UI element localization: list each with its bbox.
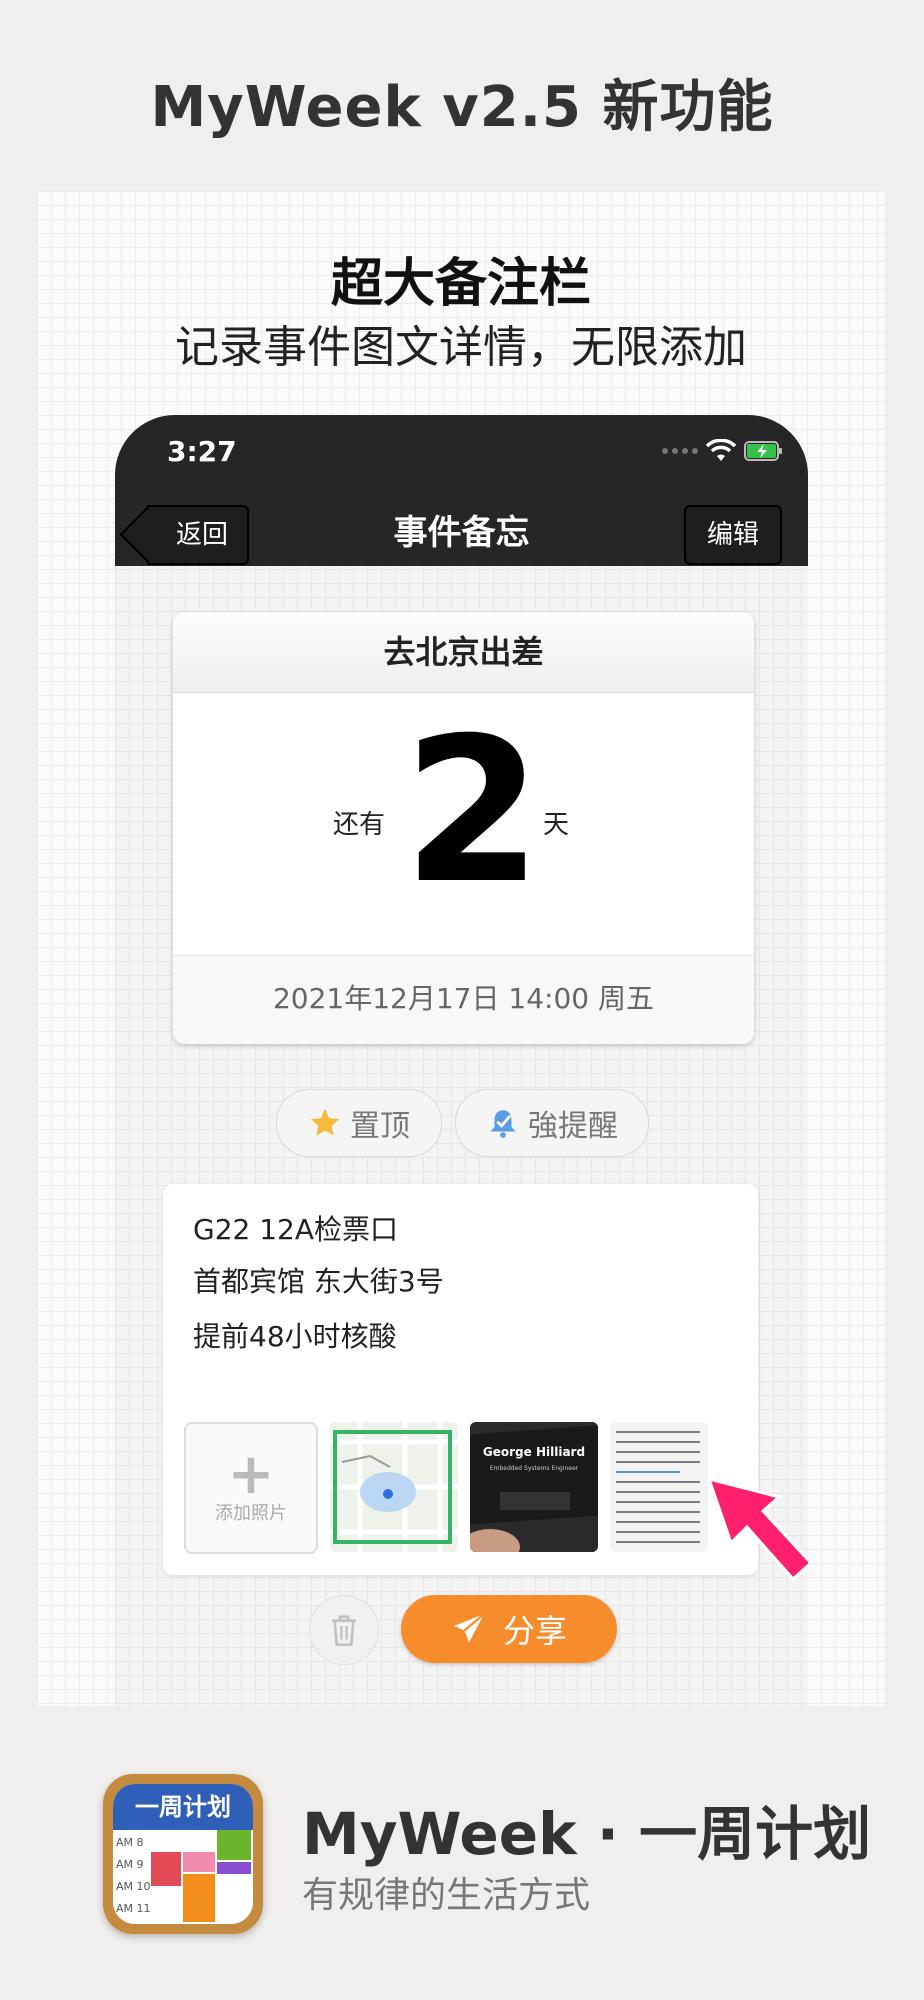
countdown-prefix: 还有 <box>333 810 386 840</box>
edit-button[interactable]: 编辑 <box>684 505 782 565</box>
icon-row-label: AM 11 <box>116 1902 151 1915</box>
feature-headline: 超大备注栏 <box>304 241 618 316</box>
icon-row-label: AM 10 <box>116 1880 151 1893</box>
icon-row-label: AM 9 <box>116 1858 144 1871</box>
page-title: MyWeek v2.5 新功能 <box>150 75 774 140</box>
strong-reminder-button[interactable]: 強提醒 <box>455 1089 649 1157</box>
app-name: MyWeek · 一周计划 <box>302 1800 872 1868</box>
pin-button[interactable]: 置顶 <box>276 1089 442 1157</box>
note-line: 首都宾馆 东大街3号 <box>193 1265 444 1298</box>
countdown-suffix: 天 <box>543 810 570 840</box>
star-icon <box>310 1108 340 1136</box>
countdown-value: 2 <box>403 695 543 928</box>
photo-thumbnail-document[interactable] <box>610 1422 708 1552</box>
photo-thumbnail-map[interactable] <box>330 1422 458 1552</box>
feature-subheadline: 记录事件图文详情，无限添加 <box>175 322 747 373</box>
card-role: Embedded Systems Engineer <box>490 1465 579 1472</box>
pointer-arrow-icon <box>706 1476 808 1582</box>
status-time: 3:27 <box>167 435 237 468</box>
note-line: G22 12A检票口 <box>193 1213 399 1246</box>
app-icon: 一周计划 AM 8 AM 9 AM 10 AM 11 <box>103 1774 263 1934</box>
feature-panel: 超大备注栏 记录事件图文详情，无限添加 3:27 返回 事件备忘 编辑 去北京出… <box>37 191 885 1706</box>
add-photo-label: 添加照片 <box>215 1503 287 1524</box>
phone-screen: 3:27 返回 事件备忘 编辑 去北京出差 还有 2 天 2021年12月17日… <box>115 415 808 1706</box>
app-tagline: 有规律的生活方式 <box>302 1875 591 1916</box>
app-icon-label: 一周计划 <box>113 1784 253 1830</box>
photo-thumbnail-business-card[interactable]: George Hilliard Embedded Systems Enginee… <box>470 1422 598 1552</box>
add-photo-button[interactable]: + 添加照片 <box>184 1422 318 1554</box>
status-icons <box>662 437 784 465</box>
share-label: 分享 <box>502 1612 567 1650</box>
event-title: 去北京出差 <box>173 612 754 693</box>
plus-icon: + <box>227 1442 275 1507</box>
card-name: George Hilliard <box>483 1445 585 1459</box>
bell-icon <box>490 1110 516 1138</box>
signal-icon <box>662 448 698 454</box>
icon-row-label: AM 8 <box>116 1836 144 1849</box>
event-card: 去北京出差 还有 2 天 2021年12月17日 14:00 周五 <box>173 612 754 1044</box>
share-button[interactable]: 分享 <box>401 1595 617 1663</box>
nav-bar: 3:27 返回 事件备忘 编辑 <box>115 415 808 566</box>
trash-icon <box>332 1615 356 1646</box>
note-line: 提前48小时核酸 <box>193 1320 397 1353</box>
countdown: 还有 2 天 <box>173 692 754 952</box>
pin-label: 置顶 <box>350 1109 410 1144</box>
event-datetime: 2021年12月17日 14:00 周五 <box>173 955 754 1044</box>
remind-label: 強提醒 <box>528 1109 618 1144</box>
promo-page: MyWeek v2.5 新功能 超大备注栏 记录事件图文详情，无限添加 3:27 <box>0 0 924 2000</box>
delete-button[interactable] <box>309 1595 379 1665</box>
notes-card[interactable]: G22 12A检票口 首都宾馆 东大街3号 提前48小时核酸 + 添加照片 Ge… <box>163 1184 758 1575</box>
battery-icon <box>744 441 782 461</box>
photo-row: + 添加照片 George Hilliard Embedded Systems … <box>184 1422 708 1554</box>
send-icon <box>453 1613 485 1643</box>
wifi-icon <box>706 439 736 461</box>
